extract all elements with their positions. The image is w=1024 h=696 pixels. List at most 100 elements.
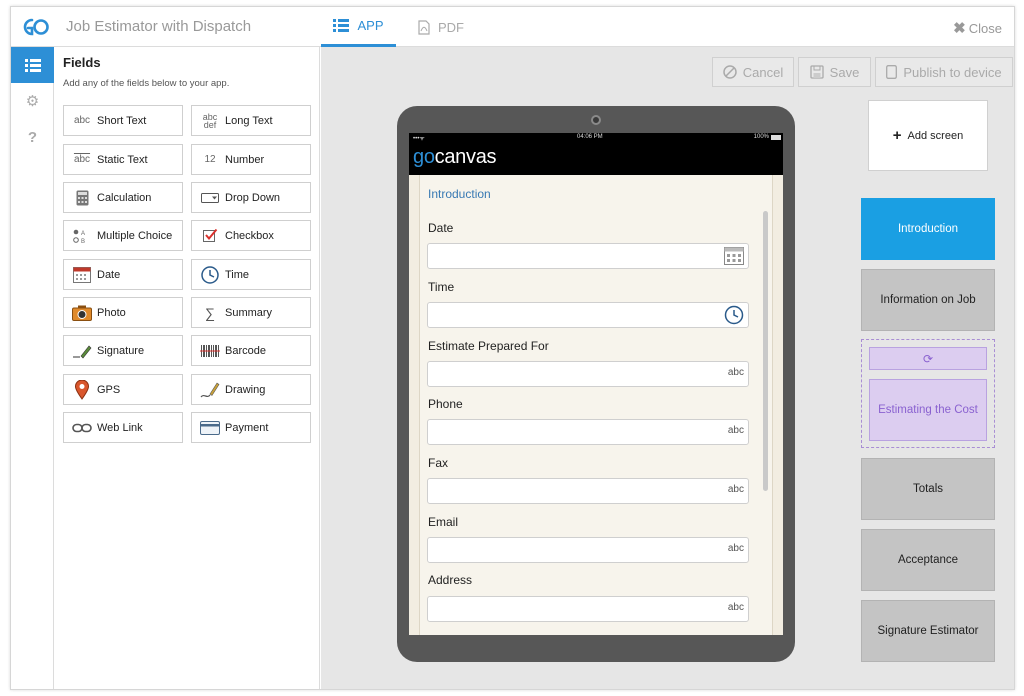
linked-screen-group: ⟳ Estimating the Cost xyxy=(861,339,995,448)
form-label-phone: Phone xyxy=(428,397,463,411)
pdf-file-icon xyxy=(418,19,430,35)
abc-text-icon: abc xyxy=(73,115,91,126)
field-static-text[interactable]: abc Static Text xyxy=(63,144,183,175)
refresh-link-bar[interactable]: ⟳ xyxy=(869,347,987,370)
app-title: Job Estimator with Dispatch xyxy=(66,18,252,35)
close-label: Close xyxy=(968,21,1002,36)
field-label: Photo xyxy=(97,306,126,319)
static-text-icon: abc xyxy=(73,154,91,165)
close-icon: ✖ xyxy=(953,20,966,37)
phone-input[interactable]: abc xyxy=(427,419,749,445)
screen-totals[interactable]: Totals xyxy=(861,458,995,520)
text-type-hint: abc xyxy=(727,367,744,378)
rail-help-button[interactable]: ? xyxy=(11,119,54,155)
field-time[interactable]: Time xyxy=(191,259,311,290)
field-signature[interactable]: Signature xyxy=(63,335,183,366)
save-button[interactable]: Save xyxy=(798,57,871,87)
field-short-text[interactable]: abc Short Text xyxy=(63,105,183,136)
email-input[interactable]: abc xyxy=(427,537,749,563)
field-summary[interactable]: ∑ Summary xyxy=(191,297,311,328)
field-label: Short Text xyxy=(97,114,147,127)
field-label: GPS xyxy=(97,383,121,396)
field-label: Checkbox xyxy=(225,229,274,242)
publish-to-device-button[interactable]: Publish to device xyxy=(875,57,1013,87)
rail-fields-button[interactable] xyxy=(11,47,54,83)
multiple-choice-icon: AB xyxy=(70,228,94,244)
field-label: Time xyxy=(225,268,250,281)
screen-label: Signature Estimator xyxy=(877,625,979,637)
gocanvas-logo xyxy=(23,18,49,36)
field-payment[interactable]: Payment xyxy=(191,412,311,443)
svg-text:B: B xyxy=(81,239,85,244)
plus-icon: + xyxy=(892,127,902,144)
address-input[interactable]: abc xyxy=(427,596,749,622)
field-barcode[interactable]: Barcode xyxy=(191,335,311,366)
field-multiple-choice[interactable]: AB Multiple Choice xyxy=(63,220,183,251)
field-label: Web Link xyxy=(97,421,143,434)
screen-estimating-the-cost[interactable]: Estimating the Cost xyxy=(869,379,987,441)
list-icon xyxy=(333,19,350,32)
form-scrollbar[interactable] xyxy=(763,211,768,491)
floppy-disk-icon xyxy=(810,65,824,79)
dropdown-icon xyxy=(198,192,222,203)
field-checkbox[interactable]: Checkbox xyxy=(191,220,311,251)
list-icon xyxy=(24,58,41,72)
field-label: Summary xyxy=(225,306,273,319)
date-input[interactable] xyxy=(427,243,749,269)
screen-label: Totals xyxy=(912,483,944,495)
field-number[interactable]: 12 Number xyxy=(191,144,311,175)
screen-label: Acceptance xyxy=(897,554,959,566)
field-drop-down[interactable]: Drop Down xyxy=(191,182,311,213)
battery-percent: 100% xyxy=(753,134,769,140)
field-label: Signature xyxy=(97,344,145,357)
cancel-label: Cancel xyxy=(742,64,784,80)
field-label: Static Text xyxy=(97,153,148,166)
screen-acceptance[interactable]: Acceptance xyxy=(861,529,995,591)
form-preview: Introduction Date Time Estimate Prepared xyxy=(419,175,773,635)
checkbox-icon xyxy=(198,228,222,243)
text-type-hint: abc xyxy=(727,543,744,554)
barcode-icon xyxy=(198,344,222,357)
publish-label: Publish to device xyxy=(903,64,1002,80)
field-gps[interactable]: GPS xyxy=(63,374,183,405)
tablet-screen: •••ᯤ 04:06 PM 100% gocanvas Introduction… xyxy=(409,133,783,635)
text-type-hint: abc xyxy=(727,602,744,613)
rail-settings-button[interactable]: ⚙ xyxy=(11,83,54,119)
tab-app[interactable]: APP xyxy=(321,7,396,47)
time-input[interactable] xyxy=(427,302,749,328)
tab-pdf[interactable]: PDF xyxy=(411,7,471,47)
field-label: Drop Down xyxy=(225,191,281,204)
field-label: Date xyxy=(97,268,121,281)
help-icon: ? xyxy=(27,128,38,146)
cancel-circle-icon xyxy=(723,65,737,79)
field-label: Number xyxy=(225,153,265,166)
field-web-link[interactable]: Web Link xyxy=(63,412,183,443)
estimate-prepared-for-input[interactable]: abc xyxy=(427,361,749,387)
field-date[interactable]: Date xyxy=(63,259,183,290)
form-label-estimate-prepared-for: Estimate Prepared For xyxy=(428,339,549,353)
gocanvas-wordmark: gocanvas xyxy=(413,146,497,168)
text-type-hint: abc xyxy=(727,484,744,495)
app-window: Job Estimator with Dispatch APP PDF ✖ Clo… xyxy=(10,6,1015,690)
field-long-text[interactable]: abc def Long Text xyxy=(191,105,311,136)
screen-signature-estimator[interactable]: Signature Estimator xyxy=(861,600,995,662)
form-label-email: Email xyxy=(428,515,459,529)
screen-introduction[interactable]: Introduction xyxy=(861,198,995,260)
drawing-icon xyxy=(198,381,222,399)
form-label-time: Time xyxy=(428,280,455,294)
cancel-button[interactable]: Cancel xyxy=(712,57,794,87)
add-screen-button[interactable]: + Add screen xyxy=(868,100,988,171)
refresh-icon: ⟳ xyxy=(922,351,934,366)
field-calculation[interactable]: Calculation xyxy=(63,182,183,213)
field-drawing[interactable]: Drawing xyxy=(191,374,311,405)
tab-pdf-label: PDF xyxy=(438,19,464,35)
screen-information-on-job[interactable]: Information on Job xyxy=(861,269,995,331)
form-label-address: Address xyxy=(428,573,473,587)
fax-input[interactable]: abc xyxy=(427,478,749,504)
close-button[interactable]: ✖ Close xyxy=(953,19,1002,37)
fields-subtitle: Add any of the fields below to your app. xyxy=(63,78,230,89)
calendar-icon xyxy=(70,266,94,283)
signature-icon xyxy=(70,343,94,359)
screen-label: Estimating the Cost xyxy=(878,404,978,416)
field-photo[interactable]: Photo xyxy=(63,297,183,328)
